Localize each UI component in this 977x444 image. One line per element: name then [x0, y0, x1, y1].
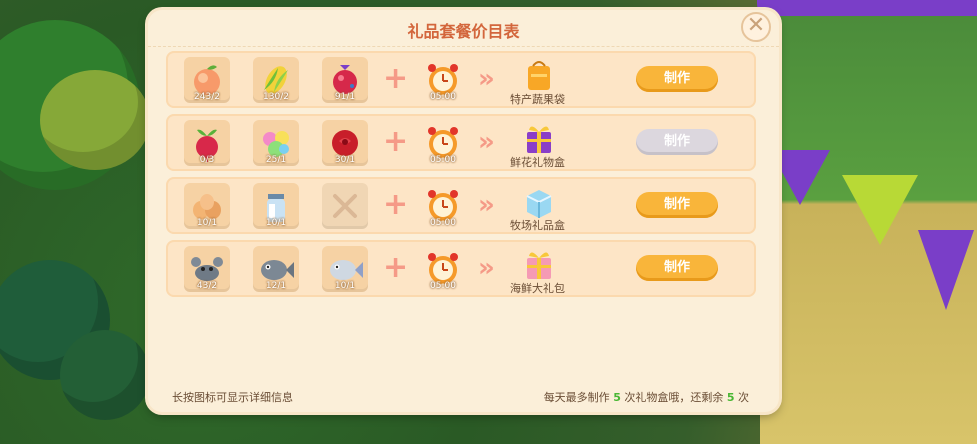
ingredient-quantity: 10/1	[196, 218, 218, 228]
make-button[interactable]: 制作	[636, 66, 718, 92]
recipe-row: 243/2 130/2 91/1 + 05:00 » 特产蔬果袋 制作	[166, 51, 756, 108]
ingredient-slot[interactable]: 10/1	[322, 246, 368, 292]
ingredient-slot[interactable]: 91/1	[322, 57, 368, 103]
recipe-row: 0/3 25/1 30/1 + 05:00 » 鲜花礼物盒 制作	[166, 114, 756, 171]
empty-slot-icon	[333, 194, 357, 218]
ingredient-slot[interactable]: 10/1	[253, 183, 299, 229]
double-chevron-icon: »	[478, 64, 495, 94]
ingredient-slot	[322, 183, 368, 229]
plus-icon: +	[383, 61, 409, 96]
ingredient-slot[interactable]: 25/1	[253, 120, 299, 166]
footer-hint: 长按图标可显示详细信息	[172, 391, 293, 404]
result-name: 海鲜大礼包	[510, 282, 565, 295]
ingredient-quantity: 12/1	[265, 281, 287, 291]
remaining-count: 5	[726, 391, 735, 404]
plus-icon: +	[383, 124, 409, 159]
make-button[interactable]: 制作	[636, 255, 718, 281]
ingredient-quantity: 43/2	[196, 281, 218, 291]
ingredient-slot[interactable]: 12/1	[253, 246, 299, 292]
craft-time: 05:00	[430, 281, 456, 291]
ingredient-slot[interactable]: 243/2	[184, 57, 230, 103]
craft-time: 05:00	[430, 92, 456, 102]
plus-icon: +	[383, 250, 409, 285]
ingredient-quantity: 91/1	[334, 92, 356, 102]
limit-suffix: 次	[734, 391, 749, 404]
ingredient-slot[interactable]: 10/1	[184, 183, 230, 229]
daily-limit-text: 每天最多制作 5 次礼物盒哦，还剩余 5 次	[544, 389, 749, 405]
daily-max-count: 5	[613, 391, 621, 404]
double-chevron-icon: »	[478, 253, 495, 283]
result-name: 特产蔬果袋	[510, 93, 565, 106]
ice-cube-box-icon	[526, 190, 552, 218]
craft-time: 05:00	[430, 155, 456, 165]
orange-bag-icon	[528, 61, 550, 90]
purple-gift-box-icon	[527, 126, 551, 153]
result-name: 鲜花礼物盒	[510, 156, 565, 169]
panel-title: 礼品套餐价目表	[407, 22, 520, 41]
limit-middle: 次礼物盒哦，还剩余	[620, 391, 727, 404]
result-name: 牧场礼品盒	[510, 219, 565, 232]
ingredient-slot[interactable]: 130/2	[253, 57, 299, 103]
gift-package-panel: 礼品套餐价目表 ✕ 243/2 130/2 91/1 + 05:00 » 特产蔬…	[148, 10, 779, 412]
ingredient-quantity: 10/1	[334, 281, 356, 291]
ingredient-quantity: 30/1	[334, 155, 356, 165]
timer-slot: 05:00	[420, 246, 466, 292]
recipe-row: 10/1 10/1 + 05:00 » 牧场礼品盒 制作	[166, 177, 756, 234]
timer-slot: 05:00	[420, 183, 466, 229]
ingredient-quantity: 10/1	[265, 218, 287, 228]
ingredient-slot[interactable]: 0/3	[184, 120, 230, 166]
ingredient-quantity: 243/2	[194, 92, 220, 102]
panel-header: 礼品套餐价目表 ✕	[148, 10, 779, 47]
ingredient-slot[interactable]: 30/1	[322, 120, 368, 166]
double-chevron-icon: »	[478, 190, 495, 220]
plus-icon: +	[383, 187, 409, 222]
close-button[interactable]: ✕	[741, 12, 771, 42]
ingredient-quantity: 130/2	[263, 92, 289, 102]
make-button[interactable]: 制作	[636, 192, 718, 218]
limit-prefix: 每天最多制作	[543, 391, 614, 404]
pink-gift-box-icon	[527, 252, 551, 279]
ingredient-quantity: 0/3	[199, 155, 215, 165]
timer-slot: 05:00	[420, 120, 466, 166]
ingredient-quantity: 25/1	[265, 155, 287, 165]
double-chevron-icon: »	[478, 127, 495, 157]
recipe-row: 43/2 12/1 10/1 + 05:00 » 海鲜大礼包 制作	[166, 240, 756, 297]
ingredient-slot[interactable]: 43/2	[184, 246, 230, 292]
craft-time: 05:00	[430, 218, 456, 228]
make-button[interactable]: 制作	[636, 129, 718, 155]
timer-slot: 05:00	[420, 57, 466, 103]
